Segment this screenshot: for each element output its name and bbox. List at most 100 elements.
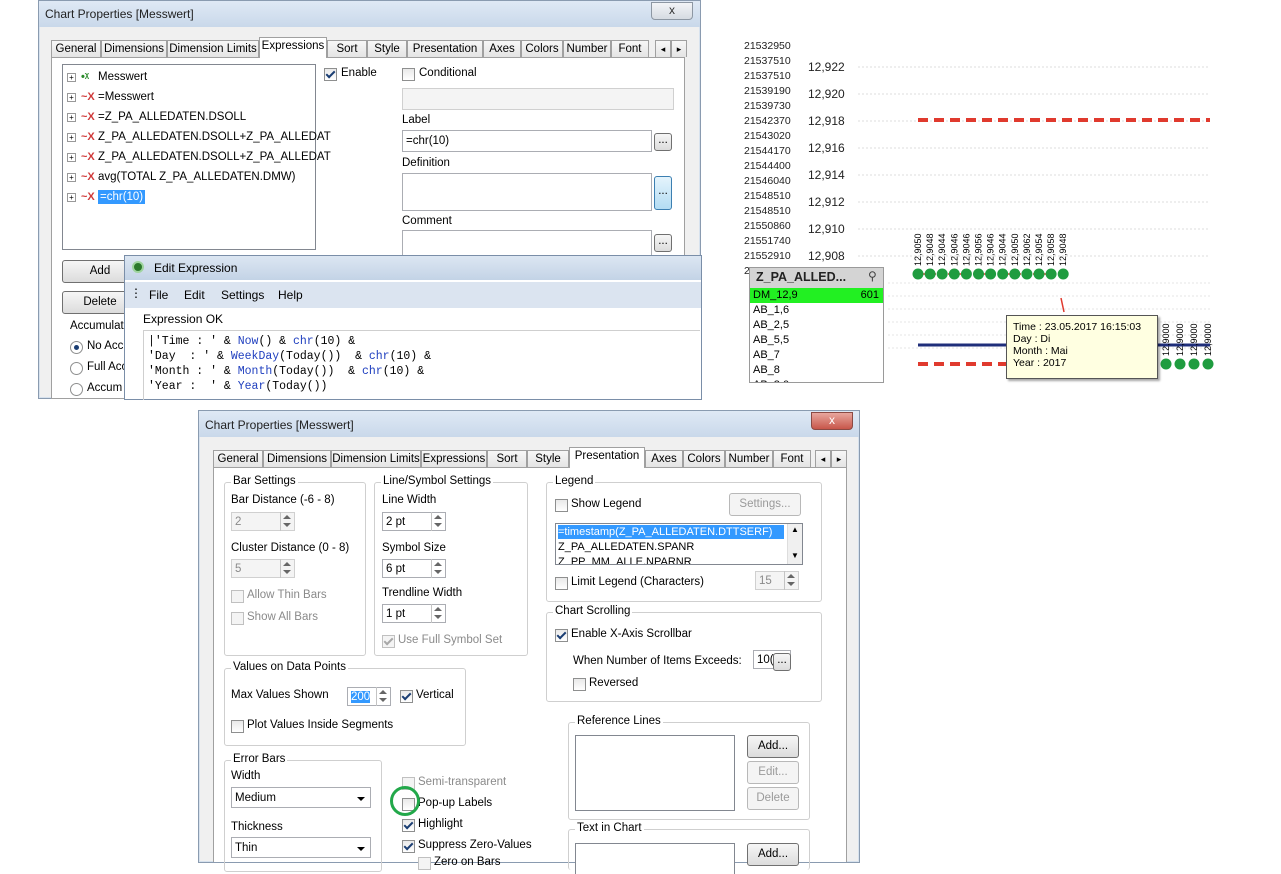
plot-inside-checkbox[interactable] xyxy=(231,720,244,733)
legend-item[interactable]: Z_PA_ALLEDATEN.SPANR xyxy=(558,540,694,554)
listbox-item[interactable]: AB_8,0 xyxy=(750,378,883,382)
menu-file[interactable]: File xyxy=(149,288,168,302)
expression-editor[interactable]: |'Time : ' & Now() & chr(10) & 'Day : ' … xyxy=(143,330,700,400)
no-accumulation-radio[interactable] xyxy=(70,341,83,354)
scroll-up-arrow-icon[interactable]: ▲ xyxy=(791,525,799,534)
tree-row-expression[interactable]: + ~X Z_PA_ALLEDATEN.DSOLL+Z_PA_ALLEDAT xyxy=(67,128,331,146)
listbox-item[interactable]: AB_1,6 xyxy=(750,303,883,319)
zero-on-bars-checkbox[interactable] xyxy=(418,857,431,870)
trendline-width-input[interactable]: 1 pt xyxy=(382,604,446,623)
legend-settings-button[interactable]: Settings... xyxy=(729,493,801,516)
reversed-checkbox[interactable] xyxy=(573,678,586,691)
label-input[interactable]: =chr(10) xyxy=(402,130,652,152)
accumulate-radio[interactable] xyxy=(70,383,83,396)
tab-style[interactable]: Style xyxy=(527,450,569,467)
tab-general[interactable]: General xyxy=(51,40,101,57)
tab-scroll-left-arrow[interactable]: ◂ xyxy=(655,40,671,57)
ref-delete-button[interactable]: Delete xyxy=(747,787,799,810)
listbox-item[interactable]: AB_5,5 xyxy=(750,333,883,349)
reference-lines-list[interactable] xyxy=(575,735,735,811)
listbox-item[interactable]: DM_12,9 601 xyxy=(750,288,883,304)
text-add-button[interactable]: Add... xyxy=(747,843,799,866)
highlight-checkbox[interactable] xyxy=(402,819,415,832)
tab-colors[interactable]: Colors xyxy=(683,450,725,467)
search-icon[interactable]: ⚲ xyxy=(868,269,877,283)
tab-scroll-left-arrow[interactable]: ◂ xyxy=(815,450,831,467)
comment-input[interactable] xyxy=(402,230,652,256)
ref-edit-button[interactable]: Edit... xyxy=(747,761,799,784)
tab-presentation[interactable]: Presentation xyxy=(569,447,645,468)
tab-axes[interactable]: Axes xyxy=(483,40,521,57)
definition-input[interactable] xyxy=(402,173,652,211)
cluster-distance-input[interactable]: 5 xyxy=(231,559,295,578)
tab-dimension-limits[interactable]: Dimension Limits xyxy=(331,450,421,467)
bar-distance-input[interactable]: 2 xyxy=(231,512,295,531)
expand-icon[interactable]: + xyxy=(67,192,76,202)
full-symbol-set-checkbox[interactable] xyxy=(382,635,395,648)
expand-icon[interactable]: + xyxy=(67,92,76,102)
expand-icon[interactable]: + xyxy=(67,172,76,182)
error-width-select[interactable]: Medium xyxy=(231,787,371,808)
comment-ellipsis-button[interactable]: ... xyxy=(654,234,672,252)
legend-listbox[interactable]: =timestamp(Z_PA_ALLEDATEN.DTTSERF) Z_PA_… xyxy=(555,523,803,565)
ref-add-button[interactable]: Add... xyxy=(747,735,799,758)
tab-style[interactable]: Style xyxy=(367,40,407,57)
show-all-bars-checkbox[interactable] xyxy=(231,612,244,625)
legend-item[interactable]: =timestamp(Z_PA_ALLEDATEN.DTTSERF) xyxy=(558,525,784,539)
enable-scrollbar-checkbox[interactable] xyxy=(555,629,568,642)
thickness-select[interactable]: Thin xyxy=(231,837,371,858)
tree-row-expression[interactable]: + ~X avg(TOTAL Z_PA_ALLEDATEN.DMW) xyxy=(67,168,295,186)
tree-row-selected[interactable]: + ~X =chr(10) xyxy=(67,188,146,206)
tab-sort[interactable]: Sort xyxy=(327,40,367,57)
menu-help[interactable]: Help xyxy=(278,288,303,302)
limit-legend-checkbox[interactable] xyxy=(555,577,568,590)
listbox-item[interactable]: AB_8 xyxy=(750,363,883,379)
tab-dimensions[interactable]: Dimensions xyxy=(263,450,331,467)
allow-thin-bars-checkbox[interactable] xyxy=(231,590,244,603)
conditional-input[interactable] xyxy=(402,88,674,110)
tab-scroll-right-arrow[interactable]: ▸ xyxy=(671,40,687,57)
items-exceeds-ellipsis-button[interactable]: ... xyxy=(773,653,791,671)
limit-legend-input[interactable]: 15 xyxy=(755,571,799,590)
close-button[interactable]: x xyxy=(651,2,693,20)
suppress-zero-checkbox[interactable] xyxy=(402,840,415,853)
tab-expressions[interactable]: Expressions xyxy=(259,37,327,58)
tab-number[interactable]: Number xyxy=(563,40,611,57)
tab-expressions[interactable]: Expressions xyxy=(421,450,487,467)
listbox-item[interactable]: AB_2,5 xyxy=(750,318,883,334)
tab-dimension-limits[interactable]: Dimension Limits xyxy=(167,40,259,57)
tab-presentation[interactable]: Presentation xyxy=(407,40,483,57)
tab-font[interactable]: Font xyxy=(773,450,811,467)
expand-icon[interactable]: + xyxy=(67,132,76,142)
tab-sort[interactable]: Sort xyxy=(487,450,527,467)
tab-dimensions[interactable]: Dimensions xyxy=(101,40,167,57)
tree-row-expression[interactable]: + ~X =Z_PA_ALLEDATEN.DSOLL xyxy=(67,108,246,126)
scroll-down-arrow-icon[interactable]: ▼ xyxy=(791,551,799,560)
show-legend-checkbox[interactable] xyxy=(555,499,568,512)
close-button[interactable]: x xyxy=(811,412,853,430)
line-width-input[interactable]: 2 pt xyxy=(382,512,446,531)
legend-scrollbar[interactable]: ▲ ▼ xyxy=(787,524,802,564)
tree-row-messwert[interactable]: + •ᵡ Messwert xyxy=(67,68,147,86)
symbol-size-input[interactable]: 6 pt xyxy=(382,559,446,578)
listbox-header[interactable]: Z_PA_ALLED... ⚲ xyxy=(750,268,883,288)
tab-axes[interactable]: Axes xyxy=(645,450,683,467)
tree-row-expression[interactable]: + ~X =Messwert xyxy=(67,88,154,106)
text-in-chart-list[interactable] xyxy=(575,843,735,874)
tab-scroll-right-arrow[interactable]: ▸ xyxy=(831,450,847,467)
vertical-checkbox[interactable] xyxy=(400,690,413,703)
definition-ellipsis-button[interactable]: ... xyxy=(654,176,672,210)
expand-icon[interactable]: + xyxy=(67,112,76,122)
tab-font[interactable]: Font xyxy=(611,40,649,57)
legend-item[interactable]: Z_PP_MM_ALLE.NPARNR xyxy=(558,555,692,564)
expand-icon[interactable]: + xyxy=(67,152,76,162)
max-values-input[interactable]: 200 xyxy=(347,687,391,706)
full-accumulation-radio[interactable] xyxy=(70,362,83,375)
label-ellipsis-button[interactable]: ... xyxy=(654,133,672,151)
tab-colors[interactable]: Colors xyxy=(521,40,563,57)
enable-checkbox[interactable] xyxy=(324,68,337,81)
menu-settings[interactable]: Settings xyxy=(221,288,264,302)
tab-number[interactable]: Number xyxy=(725,450,773,467)
tab-general[interactable]: General xyxy=(213,450,263,467)
conditional-checkbox[interactable] xyxy=(402,68,415,81)
